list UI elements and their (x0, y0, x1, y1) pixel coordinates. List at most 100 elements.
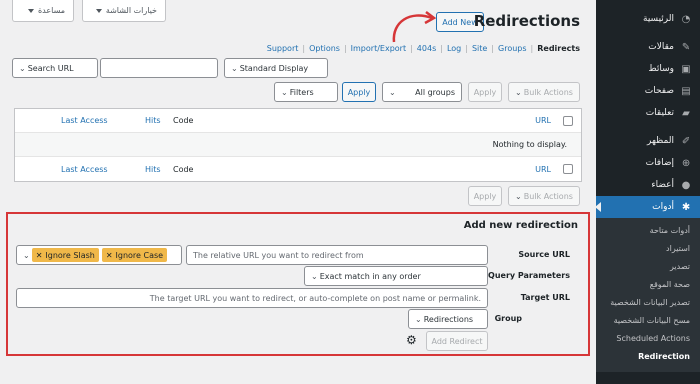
table-footer-row: Last Access Hits Code URL (15, 157, 581, 181)
chevron-down-icon: ⌄ (389, 87, 396, 97)
submenu-export-personal-data[interactable]: تصدير البيانات الشخصية (596, 294, 700, 312)
select-all-checkbox[interactable] (563, 164, 573, 174)
subnav-redirects[interactable]: Redirects (537, 44, 580, 53)
column-code: Code (173, 116, 194, 125)
sidebar-item-plugins[interactable]: ⊕ إضافات (596, 152, 700, 174)
column-last-access[interactable]: Last Access (61, 116, 108, 125)
column-last-access[interactable]: Last Access (61, 165, 108, 174)
sidebar-item-users[interactable]: ● أعضاء (596, 174, 700, 196)
submenu-erase-personal-data[interactable]: مسح البيانات الشخصية (596, 312, 700, 330)
sidebar-item-label: مقالات (648, 42, 674, 52)
media-icon: ▣ (681, 63, 691, 75)
sidebar-item-label: أعضاء (651, 180, 674, 190)
select-all-checkbox[interactable] (563, 115, 573, 126)
group-select[interactable]: ⌄ Redirections (408, 309, 488, 329)
submenu-import[interactable]: استيراد (596, 240, 700, 258)
sidebar-item-label: إضافات (645, 158, 674, 168)
submenu-export[interactable]: تصدير (596, 258, 700, 276)
subnav-log[interactable]: Log (447, 44, 461, 53)
pin-icon: ✎ (681, 41, 691, 53)
target-url-input[interactable]: The target URL you want to redirect, or … (16, 288, 488, 308)
column-url[interactable]: URL (535, 165, 551, 174)
sidebar-item-posts[interactable]: ✎ مقالات (596, 36, 700, 58)
add-redirect-button[interactable]: Add Redirect (426, 331, 488, 351)
query-parameters-label: Query Parameters (488, 271, 570, 280)
help-button[interactable]: مساعدة (12, 0, 74, 22)
empty-message: Nothing to display. (492, 140, 567, 149)
submenu-available-tools[interactable]: أدوات متاحة (596, 222, 700, 240)
remove-tag-icon[interactable]: ✕ (106, 251, 113, 260)
tools-submenu: أدوات متاحة استيراد تصدير صحة الموقع تصد… (596, 218, 700, 372)
help-label: مساعدة (37, 6, 65, 15)
target-url-label: Target URL (520, 293, 570, 302)
ignore-slash-label: Ignore Slash (45, 250, 95, 260)
search-input[interactable] (100, 58, 218, 78)
page-title: Redirections (473, 12, 580, 30)
source-url-input[interactable]: The relative URL you want to redirect fr… (186, 245, 488, 265)
sidebar-item-media[interactable]: ▣ وسائط (596, 58, 700, 80)
bulk-actions-select[interactable]: ⌄ Bulk Actions (508, 82, 580, 102)
column-hits[interactable]: Hits (145, 116, 161, 125)
display-select[interactable]: ⌄ Standard Display (224, 58, 328, 78)
subnav-support[interactable]: Support (267, 44, 299, 53)
chevron-down-icon: ⌄ (515, 87, 522, 97)
query-parameters-select[interactable]: ⌄ Exact match in any order (304, 266, 488, 286)
add-redirection-title: Add new redirection (463, 220, 578, 231)
filters-button[interactable]: ⌄ Filters (274, 82, 338, 102)
groups-select[interactable]: ⌄ All groups (382, 82, 462, 102)
submenu-redirection[interactable]: Redirection (596, 348, 700, 366)
group-select-value: Redirections (423, 314, 474, 324)
submenu-scheduled-actions[interactable]: Scheduled Actions (596, 330, 700, 348)
add-redirection-panel: Add new redirection ⌄ ✕ Ignore Slash ✕ Ign… (6, 212, 590, 356)
source-url-label: Source URL (518, 250, 570, 259)
apply-bottom-button[interactable]: Apply (468, 186, 502, 206)
main-content: خيارات الشاشة مساعدة Add New Redirection… (0, 0, 596, 384)
dropdown-arrow-icon (95, 8, 102, 13)
column-hits[interactable]: Hits (145, 165, 161, 174)
filters-label: Filters (289, 87, 314, 97)
remove-tag-icon[interactable]: ✕ (36, 251, 43, 260)
chevron-down-icon: ⌄ (515, 191, 522, 201)
ignore-case-tag[interactable]: ✕ Ignore Case (101, 248, 168, 262)
sidebar-item-pages[interactable]: ▤ صفحات (596, 80, 700, 102)
gear-icon[interactable]: ⚙ (406, 333, 417, 347)
sidebar-item-appearance[interactable]: ✐ المظهر (596, 130, 700, 152)
sidebar-item-label: وسائط (648, 64, 674, 74)
source-options-select[interactable]: ⌄ ✕ Ignore Slash ✕ Ignore Case (16, 245, 182, 265)
submenu-site-health[interactable]: صحة الموقع (596, 276, 700, 294)
user-icon: ● (681, 179, 691, 191)
groups-select-label: All groups (415, 87, 455, 97)
bulk-actions-bottom-select[interactable]: ⌄ Bulk Actions (508, 186, 580, 206)
red-arrow-annotation (392, 11, 437, 43)
sidebar-item-label: الرئيسية (643, 14, 674, 24)
sidebar-item-tools[interactable]: ✱ أدوات (595, 196, 700, 218)
table-empty-row: Nothing to display. (15, 133, 581, 157)
sidebar-item-dashboard[interactable]: ◔ الرئيسية (596, 8, 700, 30)
screen-options-button[interactable]: خيارات الشاشة (82, 0, 166, 22)
subnav-404s[interactable]: 404s (417, 44, 436, 53)
search-url-button[interactable]: ⌄ Search URL (12, 58, 98, 78)
column-code: Code (173, 164, 194, 174)
chevron-down-icon: ⌄ (311, 271, 318, 281)
column-url[interactable]: URL (535, 116, 551, 125)
plugin-icon: ⊕ (681, 157, 691, 169)
chevron-down-icon: ⌄ (23, 250, 30, 260)
sidebar-item-label: أدوات (652, 202, 674, 212)
subnav-import-export[interactable]: Import/Export (351, 44, 406, 53)
sub-navigation: Support | Options | Import/Export | 404s | L… (266, 44, 580, 53)
query-parameters-value: Exact match in any order (319, 271, 421, 281)
apply-filters-button[interactable]: Apply (342, 82, 376, 102)
subnav-groups[interactable]: Groups (498, 44, 527, 53)
chevron-down-icon: ⌄ (281, 87, 288, 97)
sidebar-item-label: المظهر (647, 136, 674, 146)
wrench-icon: ✱ (681, 201, 691, 213)
subnav-options[interactable]: Options (309, 44, 340, 53)
apply-bulk-button[interactable]: Apply (468, 82, 502, 102)
brush-icon: ✐ (681, 135, 691, 147)
redirects-table: Last Access Hits Code URL Nothing to dis… (14, 108, 582, 182)
ignore-slash-tag[interactable]: ✕ Ignore Slash (31, 248, 99, 262)
sidebar-item-comments[interactable]: ▰ تعليقات (596, 102, 700, 124)
group-label: Group (494, 314, 522, 323)
subnav-site[interactable]: Site (472, 44, 487, 53)
bulk-actions-label: Bulk Actions (523, 87, 573, 97)
